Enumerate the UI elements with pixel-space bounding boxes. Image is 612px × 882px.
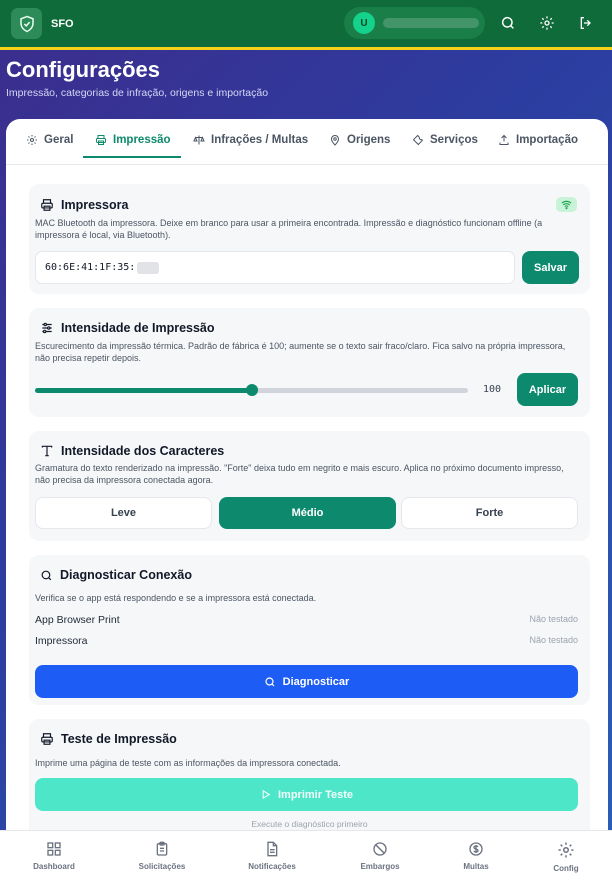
- tab-servicos[interactable]: Serviços: [412, 134, 478, 146]
- slider-handle[interactable]: [245, 384, 258, 396]
- printer-icon: [41, 733, 53, 745]
- tab-importacao[interactable]: Importação: [498, 134, 578, 146]
- mac-address-value: 60:6E:41:1F:35:: [45, 262, 136, 273]
- test-print-card: Teste de Impressão Imprime uma página de…: [29, 719, 590, 839]
- type-icon: [41, 445, 53, 457]
- mac-address-input[interactable]: 60:6E:41:1F:35:: [35, 251, 515, 284]
- diagnostic-title: Diagnosticar Conexão: [40, 568, 192, 582]
- gear-icon: [558, 842, 574, 858]
- nav-dashboard[interactable]: Dashboard: [14, 841, 94, 871]
- mac-address-redacted: [137, 261, 160, 274]
- avatar: U: [353, 12, 375, 34]
- printer-icon: [96, 135, 106, 145]
- nav-embargos[interactable]: Embargos: [340, 841, 420, 871]
- top-bar: SFO U: [0, 0, 612, 47]
- diagnose-button[interactable]: Diagnosticar: [35, 665, 578, 698]
- ban-icon: [373, 842, 387, 856]
- grid-icon: [47, 842, 61, 856]
- settings-tabs: Geral Impressão Infrações / Multas Orige…: [6, 119, 608, 165]
- user-name-redacted: [383, 18, 479, 28]
- print-test-button[interactable]: Imprimir Teste: [35, 778, 578, 811]
- nav-config[interactable]: Config: [526, 841, 606, 873]
- bottom-nav: Dashboard Solicitações Notificações Emba…: [0, 830, 612, 882]
- test-print-description: Imprime uma página de teste com as infor…: [35, 758, 341, 768]
- gear-icon: [27, 135, 37, 145]
- printer-card-title: Impressora: [40, 198, 128, 212]
- scale-icon: [193, 135, 205, 145]
- nav-notificacoes[interactable]: Notificações: [232, 841, 312, 871]
- page-title: Configurações: [6, 57, 161, 82]
- page-subtitle: Impressão, categorias de infração, orige…: [6, 87, 269, 99]
- user-menu[interactable]: U: [344, 7, 485, 39]
- tab-geral[interactable]: Geral: [26, 134, 73, 146]
- tab-label: Importação: [516, 134, 578, 146]
- clipboard-icon: [156, 841, 168, 856]
- printer-card: Impressora MAC Bluetooth da impressora. …: [29, 184, 590, 294]
- nav-multas[interactable]: Multas: [436, 841, 516, 871]
- logout-icon[interactable]: [576, 13, 596, 33]
- weight-option-medio[interactable]: Médio: [219, 497, 396, 529]
- tab-label: Infrações / Multas: [211, 134, 309, 146]
- wrench-icon: [412, 134, 424, 146]
- tab-label: Origens: [347, 134, 391, 146]
- tab-label: Impressão: [113, 134, 171, 146]
- print-intensity-description: Escurecimento da impressão térmica. Padr…: [35, 341, 566, 363]
- weight-option-forte[interactable]: Forte: [401, 497, 578, 529]
- apply-button[interactable]: Aplicar: [517, 373, 578, 406]
- diagnostic-description: Verifica se o app está respondendo e se …: [35, 593, 317, 603]
- intensity-value: 100: [483, 384, 502, 395]
- tab-impressao[interactable]: Impressão: [95, 134, 171, 146]
- tab-infracoes-multas[interactable]: Infrações / Multas: [193, 134, 308, 146]
- tab-origens[interactable]: Origens: [329, 134, 390, 146]
- status-badge: Não testado: [529, 614, 578, 624]
- upload-icon: [499, 134, 509, 145]
- map-pin-icon: [330, 135, 340, 146]
- wifi-status-icon: [556, 197, 577, 212]
- print-intensity-card: Intensidade de Impressão Escurecimento d…: [29, 308, 590, 417]
- document-icon: [267, 841, 278, 857]
- play-icon: [262, 789, 271, 800]
- dollar-icon: [469, 842, 483, 856]
- intensity-slider[interactable]: [35, 384, 468, 396]
- tab-label: Geral: [44, 134, 74, 146]
- slider-fill: [35, 388, 252, 393]
- diagnostic-card: Diagnosticar Conexão Verifica se o app e…: [29, 555, 590, 705]
- shield-logo-icon[interactable]: [11, 8, 42, 39]
- settings-gear-icon[interactable]: [537, 13, 557, 33]
- search-icon: [265, 676, 275, 686]
- printer-icon: [41, 199, 53, 211]
- character-intensity-description: Gramatura do texto renderizado na impres…: [35, 463, 564, 485]
- search-icon[interactable]: [498, 13, 518, 33]
- diag-row-browser-print: App Browser Print Não testado: [35, 614, 578, 626]
- save-button[interactable]: Salvar: [522, 251, 579, 284]
- active-tab-indicator: [83, 156, 181, 158]
- diag-row-printer: Impressora Não testado: [35, 635, 578, 647]
- printer-description: MAC Bluetooth da impressora. Deixe em br…: [35, 218, 543, 240]
- app-title: SFO: [51, 17, 74, 30]
- character-intensity-card: Intensidade dos Caracteres Gramatura do …: [29, 431, 590, 541]
- test-print-hint: Execute o diagnóstico primeiro: [251, 819, 368, 829]
- status-badge: Não testado: [529, 635, 578, 645]
- sliders-icon: [42, 322, 52, 334]
- print-intensity-title: Intensidade de Impressão: [40, 321, 215, 335]
- settings-panel: Geral Impressão Infrações / Multas Orige…: [6, 119, 608, 882]
- tab-label: Serviços: [430, 134, 478, 146]
- test-print-title: Teste de Impressão: [40, 732, 177, 746]
- character-intensity-title: Intensidade dos Caracteres: [40, 444, 224, 458]
- weight-option-leve[interactable]: Leve: [35, 497, 212, 529]
- nav-solicitacoes[interactable]: Solicitações: [122, 841, 202, 871]
- search-icon: [41, 570, 52, 580]
